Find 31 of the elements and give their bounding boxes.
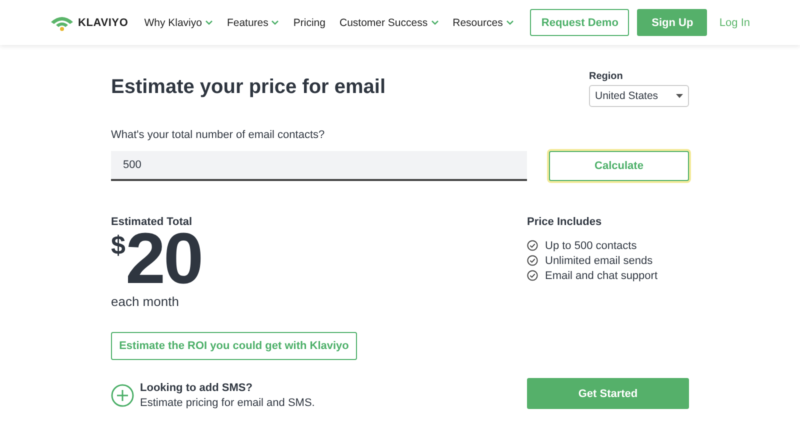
- check-circle-icon: [527, 255, 538, 266]
- region-label: Region: [589, 71, 624, 82]
- price-period: each month: [111, 294, 180, 309]
- included-feature: Up to 500 contacts: [545, 240, 637, 252]
- check-circle-icon: [527, 240, 538, 251]
- caret-icon: [676, 94, 683, 98]
- price-amount: 20: [125, 228, 202, 290]
- plus-circle-icon[interactable]: [111, 384, 134, 407]
- nav-link[interactable]: Resources: [452, 16, 514, 28]
- nav-link[interactable]: Pricing: [293, 16, 326, 28]
- wifi-logo-icon: [50, 14, 74, 30]
- sms-subtitle: Estimate pricing for email and SMS.: [140, 397, 315, 409]
- chevron-down-icon: [430, 20, 439, 25]
- contacts-input-field[interactable]: 500: [111, 151, 527, 181]
- chevron-down-icon: [204, 20, 213, 25]
- sms-title: Looking to add SMS?: [140, 382, 254, 394]
- nav-link[interactable]: Customer Success: [340, 16, 439, 28]
- price-includes-title: Price Includes: [527, 216, 603, 228]
- nav-link[interactable]: Features: [226, 16, 280, 28]
- region-select[interactable]: United States: [589, 85, 689, 107]
- contacts-label: What's your total number of email contacts?: [111, 129, 326, 141]
- included-feature: Email and chat support: [545, 270, 658, 282]
- currency-symbol: $: [111, 230, 126, 261]
- page-title: Estimate your price for email: [111, 76, 386, 99]
- brand-logo-text[interactable]: KLAVIYO: [78, 16, 128, 28]
- estimated-total-label: Estimated Total: [111, 216, 194, 228]
- chevron-down-icon: [506, 20, 514, 25]
- chevron-down-icon: [271, 20, 280, 25]
- included-feature: Unlimited email sends: [545, 254, 653, 266]
- check-circle-icon: [527, 270, 538, 281]
- nav-link[interactable]: Why Klaviyo: [144, 16, 213, 28]
